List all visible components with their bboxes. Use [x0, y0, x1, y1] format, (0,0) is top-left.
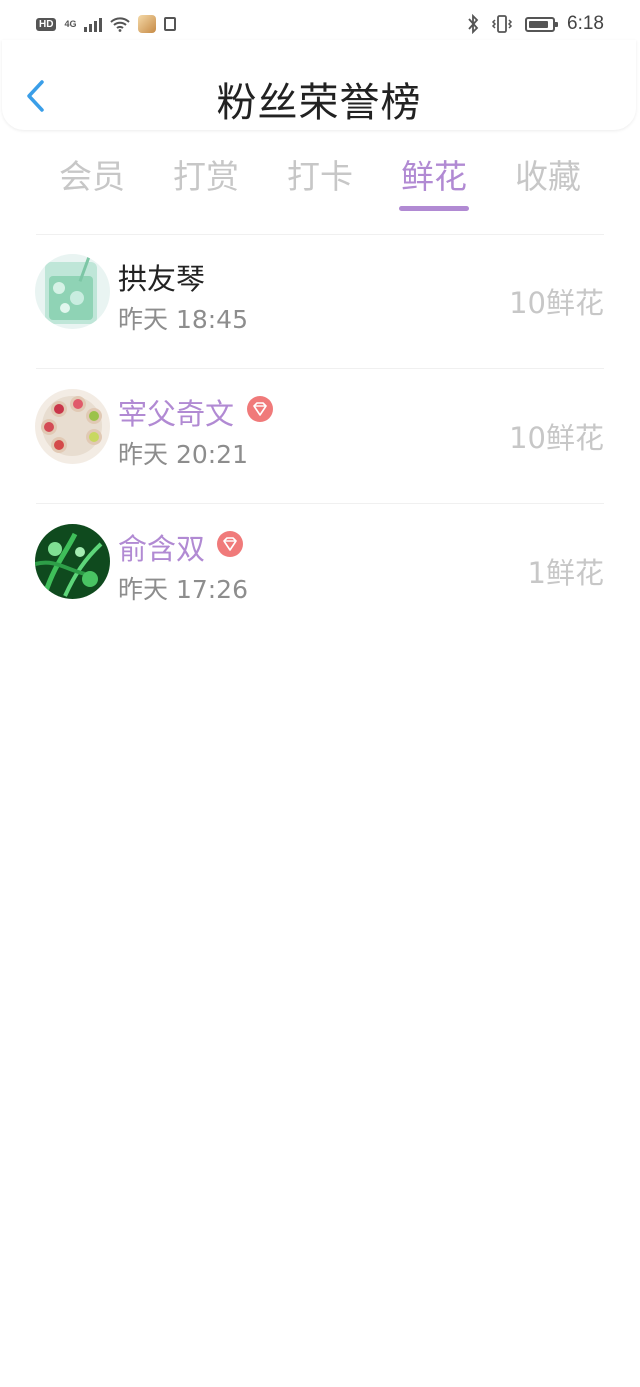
tab-rewards[interactable]: 打赏	[149, 150, 263, 198]
bluetooth-icon	[468, 14, 479, 34]
avatar[interactable]	[35, 389, 110, 464]
user-name: 俞含双	[118, 532, 206, 566]
wifi-icon	[110, 17, 131, 32]
list-item[interactable]: 俞含双 昨天 17:26 1鲜花	[0, 506, 640, 640]
divider	[36, 234, 604, 235]
list-item[interactable]: 宰父奇文 昨天 20:21 10鲜花	[0, 371, 640, 505]
tab-flowers[interactable]: 鲜花	[377, 150, 491, 198]
avatar[interactable]	[35, 254, 110, 329]
tab-bar: 会员 打赏 打卡 鲜花 收藏	[0, 150, 640, 215]
battery-icon	[525, 16, 559, 32]
send-time: 昨天 20:21	[118, 440, 248, 469]
vip-diamond-icon	[217, 531, 243, 557]
app-notification-icon	[138, 15, 157, 33]
divider	[36, 368, 604, 369]
vibrate-icon	[491, 15, 513, 33]
status-left: HD 4G	[36, 12, 177, 36]
active-tab-indicator	[399, 206, 469, 211]
battery-level	[529, 20, 549, 28]
clock: 6:18	[567, 13, 604, 34]
send-time: 昨天 17:26	[118, 575, 248, 604]
flower-amount: 1鲜花	[527, 556, 604, 590]
signal-icon	[84, 16, 103, 32]
user-name: 宰父奇文	[118, 397, 235, 431]
tab-members[interactable]: 会员	[35, 150, 149, 198]
page-title: 粉丝荣誉榜	[216, 80, 422, 126]
status-right: 6:18	[467, 10, 604, 38]
flower-amount: 10鲜花	[509, 286, 604, 320]
list-item[interactable]: 拱友琴 昨天 18:45 10鲜花	[0, 236, 640, 370]
send-time: 昨天 18:45	[118, 305, 248, 334]
vip-diamond-icon	[247, 396, 273, 422]
header-bar: 粉丝荣誉榜	[2, 40, 636, 130]
user-name: 拱友琴	[118, 262, 206, 296]
network-type: 4G	[64, 18, 77, 29]
hd-badge: HD	[36, 17, 57, 31]
avatar[interactable]	[35, 524, 110, 599]
divider	[36, 503, 604, 504]
tab-checkin[interactable]: 打卡	[263, 150, 377, 198]
copy-icon	[164, 17, 177, 31]
flower-amount: 10鲜花	[509, 421, 604, 455]
tab-favorites[interactable]: 收藏	[491, 150, 605, 198]
